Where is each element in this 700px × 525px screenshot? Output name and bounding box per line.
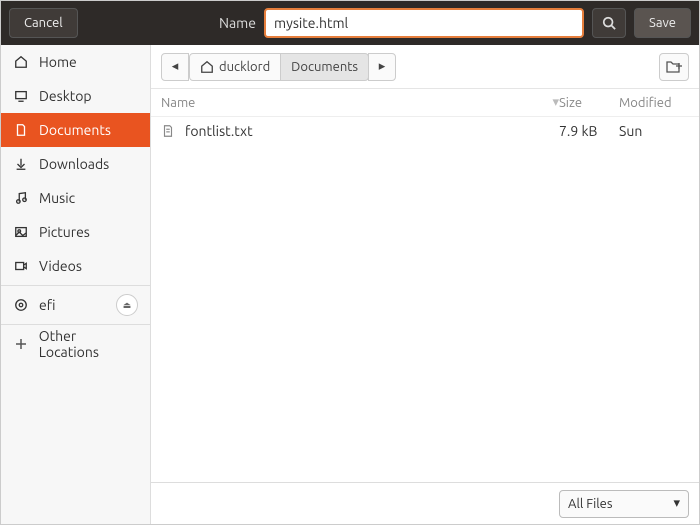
save-button[interactable]: Save	[634, 8, 691, 38]
sidebar-item-label: Music	[39, 190, 75, 206]
path-segment-label: ducklord	[219, 60, 270, 74]
filter-label: All Files	[568, 497, 612, 511]
file-size: 7.9 kB	[559, 123, 619, 139]
sidebar-item-music[interactable]: Music	[1, 181, 150, 215]
path-segment[interactable]: ducklord	[189, 53, 281, 81]
sidebar-item-label: Downloads	[39, 156, 109, 172]
search-icon	[602, 16, 616, 30]
sidebar-item-downloads[interactable]: Downloads	[1, 147, 150, 181]
path-segment[interactable]: Documents	[280, 53, 369, 81]
sidebar-item-label: Home	[39, 54, 77, 70]
videos-icon	[13, 258, 29, 274]
cancel-button[interactable]: Cancel	[9, 8, 78, 38]
pictures-icon	[13, 224, 29, 240]
column-headers: Name▾ Size Modified	[151, 89, 699, 117]
desktop-icon	[13, 88, 29, 104]
file-type-filter[interactable]: All Files ▾	[559, 490, 689, 518]
sidebar-item-label: Other Locations	[39, 328, 138, 360]
plus-icon	[13, 336, 29, 352]
column-name[interactable]: Name▾	[161, 95, 559, 110]
search-button[interactable]	[592, 8, 626, 38]
path-back-button[interactable]: ◂	[161, 53, 189, 81]
eject-button[interactable]: ⏏	[116, 294, 138, 316]
path-forward-button[interactable]: ▸	[368, 53, 396, 81]
places-sidebar: Home Desktop Documents Downloads Music Pictur…	[1, 45, 151, 524]
sidebar-item-label: Pictures	[39, 224, 90, 240]
sidebar-separator	[1, 324, 150, 325]
dialog-footer: All Files ▾	[151, 482, 699, 524]
path-bar: ◂ ducklord Documents ▸	[151, 45, 699, 89]
column-modified[interactable]: Modified	[619, 96, 689, 110]
home-icon	[200, 60, 214, 74]
file-icon	[161, 124, 179, 138]
documents-icon	[13, 122, 29, 138]
sidebar-item-desktop[interactable]: Desktop	[1, 79, 150, 113]
sidebar-item-home[interactable]: Home	[1, 45, 150, 79]
sidebar-drive-efi[interactable]: efi ⏏	[1, 288, 150, 322]
file-name: fontlist.txt	[185, 123, 559, 139]
sidebar-item-videos[interactable]: Videos	[1, 249, 150, 283]
name-label: Name	[219, 15, 256, 31]
file-modified: Sun	[619, 123, 689, 139]
downloads-icon	[13, 156, 29, 172]
chevron-left-icon: ◂	[172, 59, 179, 74]
column-size[interactable]: Size	[559, 96, 619, 110]
sidebar-separator	[1, 285, 150, 286]
path-segment-label: Documents	[291, 60, 358, 74]
music-icon	[13, 190, 29, 206]
new-folder-icon	[666, 60, 682, 74]
file-list: fontlist.txt7.9 kBSun	[151, 117, 699, 482]
filename-input[interactable]	[264, 8, 584, 38]
sidebar-item-pictures[interactable]: Pictures	[1, 215, 150, 249]
file-row[interactable]: fontlist.txt7.9 kBSun	[151, 117, 699, 145]
sidebar-item-label: Documents	[39, 122, 111, 138]
new-folder-button[interactable]	[659, 53, 689, 81]
disk-icon	[13, 297, 29, 313]
sidebar-item-documents[interactable]: Documents	[1, 113, 150, 147]
sidebar-other-locations[interactable]: Other Locations	[1, 327, 150, 361]
chevron-right-icon: ▸	[379, 59, 386, 74]
home-icon	[13, 54, 29, 70]
chevron-down-icon: ▾	[673, 496, 680, 511]
sidebar-item-label: efi	[39, 297, 55, 313]
sidebar-item-label: Videos	[39, 258, 82, 274]
dialog-header: Cancel Name Save	[1, 1, 699, 45]
eject-icon: ⏏	[123, 300, 132, 311]
sidebar-item-label: Desktop	[39, 88, 92, 104]
